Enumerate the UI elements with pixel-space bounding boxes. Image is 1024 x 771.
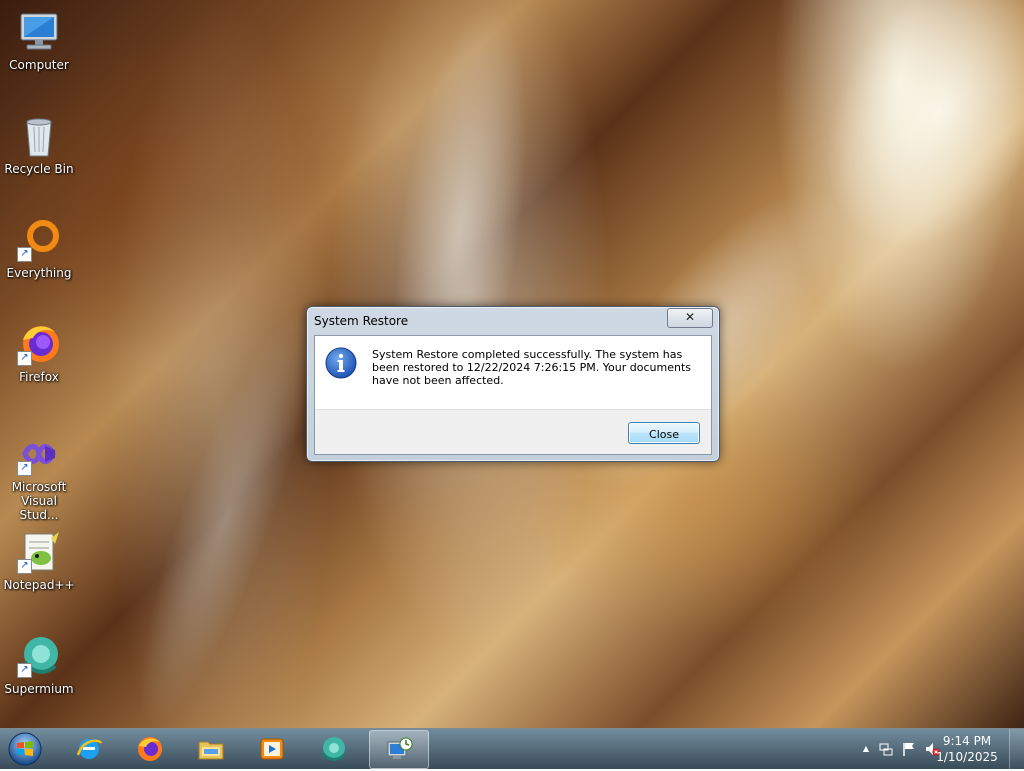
- clock-time: 9:14 PM: [942, 734, 992, 748]
- desktop-icon-label: Firefox: [19, 370, 59, 384]
- desktop-icon-visual-studio[interactable]: ↗ Microsoft Visual Stud...: [1, 430, 77, 522]
- show-desktop-button[interactable]: [1009, 729, 1024, 769]
- network-icon[interactable]: [878, 741, 894, 757]
- dialog-message-area: System Restore completed successfully. T…: [315, 336, 711, 409]
- recycle-bin-icon: [15, 112, 63, 160]
- windows-logo-icon: [8, 732, 42, 766]
- action-center-flag-icon[interactable]: [901, 741, 917, 757]
- show-hidden-icons-icon[interactable]: ▲: [858, 741, 874, 757]
- dialog-message: System Restore completed successfully. T…: [372, 348, 691, 387]
- supermium-icon: ↗: [15, 632, 63, 680]
- desktop[interactable]: Computer Recycle Bin ↗ Everything ↗ Fire…: [0, 0, 1024, 728]
- desktop-icon-label: Notepad++: [3, 578, 75, 592]
- shortcut-arrow-icon: ↗: [17, 247, 32, 262]
- desktop-icon-recycle-bin[interactable]: Recycle Bin: [1, 112, 77, 176]
- clock-date: 1/10/2025: [936, 750, 998, 764]
- clock[interactable]: 9:14 PM 1/10/2025: [932, 733, 1002, 765]
- desktop-icon-everything[interactable]: ↗ Everything: [1, 216, 77, 280]
- system-restore-icon: [387, 737, 413, 759]
- shortcut-arrow-icon: ↗: [17, 461, 32, 476]
- shortcut-arrow-icon: ↗: [17, 663, 32, 678]
- supermium-icon: [321, 737, 346, 761]
- desktop-icon-label: Supermium: [4, 682, 74, 696]
- desktop-icon-notepadpp[interactable]: ↗ Notepad++: [1, 528, 77, 592]
- desktop-icon-label: Microsoft Visual Stud...: [11, 480, 67, 522]
- wallpaper-streak: [778, 0, 1024, 290]
- desktop-icon-label: Computer: [9, 58, 69, 72]
- media-player-icon: [260, 738, 284, 760]
- taskbar-file-explorer[interactable]: [182, 730, 240, 767]
- computer-icon: [15, 8, 63, 56]
- dialog-title: System Restore: [314, 314, 409, 328]
- dialog-titlebar[interactable]: System Restore ✕: [307, 307, 719, 335]
- shortcut-arrow-icon: ↗: [17, 351, 32, 366]
- start-button[interactable]: [6, 731, 44, 767]
- everything-icon: ↗: [15, 216, 63, 264]
- desktop-icon-label: Everything: [6, 266, 72, 280]
- close-button[interactable]: Close: [628, 422, 700, 444]
- system-restore-dialog[interactable]: System Restore ✕ System Restore complete…: [306, 306, 720, 462]
- desktop-icon-computer[interactable]: Computer: [1, 8, 77, 72]
- taskbar-ie[interactable]: [60, 730, 118, 767]
- dialog-close-icon[interactable]: ✕: [667, 308, 713, 328]
- folder-icon: [198, 741, 224, 760]
- desktop-icon-label: Recycle Bin: [4, 162, 74, 176]
- desktop-icon-firefox[interactable]: ↗ Firefox: [1, 320, 77, 384]
- dialog-button-area: Close: [315, 409, 711, 454]
- ie-icon: [76, 739, 103, 759]
- shortcut-arrow-icon: ↗: [17, 559, 32, 574]
- taskbar-firefox[interactable]: [121, 730, 179, 767]
- desktop-icon-supermium[interactable]: ↗ Supermium: [1, 632, 77, 696]
- firefox-icon: ↗: [15, 320, 63, 368]
- dialog-client-area: System Restore completed successfully. T…: [314, 335, 712, 455]
- taskbar-system-restore[interactable]: [369, 730, 429, 769]
- notepadpp-icon: ↗: [15, 528, 63, 576]
- info-icon: [325, 347, 357, 379]
- firefox-icon: [138, 737, 162, 761]
- visual-studio-icon: ↗: [15, 430, 63, 478]
- taskbar: ▲ 9:14 PM 1/10/2025: [0, 728, 1024, 769]
- taskbar-media-player[interactable]: [243, 730, 301, 767]
- taskbar-supermium[interactable]: [304, 730, 362, 767]
- notification-area: ▲ 9:14 PM 1/10/2025: [834, 729, 1024, 769]
